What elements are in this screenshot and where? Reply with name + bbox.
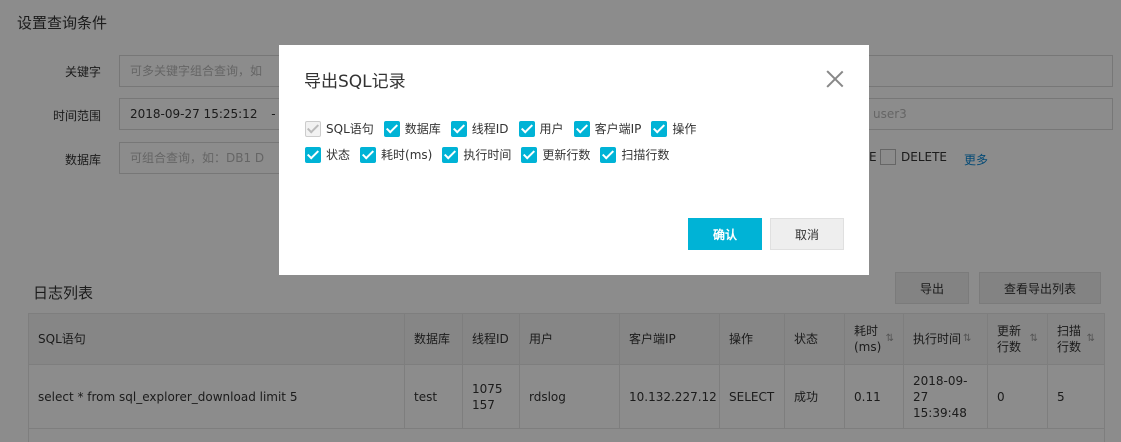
option-updated[interactable]: 更新行数	[521, 146, 590, 163]
checkbox-checked-disabled-icon	[305, 120, 321, 137]
option-label: 耗时(ms)	[381, 148, 433, 162]
option-scanned[interactable]: 扫描行数	[600, 146, 669, 163]
option-time[interactable]: 执行时间	[442, 146, 511, 163]
option-label: 操作	[672, 122, 697, 136]
option-status[interactable]: 状态	[305, 146, 350, 163]
option-op[interactable]: 操作	[651, 120, 696, 137]
option-label: SQL语句	[326, 122, 374, 136]
close-icon[interactable]	[826, 70, 844, 88]
option-cost[interactable]: 耗时(ms)	[360, 146, 432, 163]
checkbox-checked-icon	[450, 120, 467, 137]
option-label: 执行时间	[463, 148, 512, 162]
option-ip[interactable]: 客户端IP	[573, 120, 642, 137]
option-label: 线程ID	[471, 122, 509, 136]
options-row-2: 状态 耗时(ms) 执行时间 更新行数 扫描行数	[305, 146, 679, 163]
option-label: 更新行数	[542, 148, 591, 162]
option-label: 状态	[326, 148, 351, 162]
checkbox-checked-icon	[383, 120, 400, 137]
option-label: 客户端IP	[594, 122, 642, 136]
option-user[interactable]: 用户	[518, 120, 564, 137]
checkbox-checked-icon	[360, 146, 377, 163]
checkbox-checked-icon	[651, 120, 668, 137]
option-label: 扫描行数	[621, 148, 670, 162]
modal-title: 导出SQL记录	[304, 72, 406, 92]
option-sql: SQL语句	[305, 120, 374, 137]
checkbox-checked-icon	[521, 146, 538, 163]
option-db[interactable]: 数据库	[383, 120, 441, 137]
checkbox-checked-icon	[600, 146, 617, 163]
option-label: 数据库	[404, 122, 441, 136]
options-row-1: SQL语句 数据库 线程ID 用户 客户端IP 操作	[305, 120, 706, 137]
export-sql-modal: 导出SQL记录 SQL语句 数据库 线程ID 用户 客户端IP 操作 状态 耗时…	[279, 45, 869, 275]
cancel-button[interactable]: 取消	[770, 218, 844, 250]
checkbox-checked-icon	[573, 120, 590, 137]
checkbox-checked-icon	[305, 146, 321, 163]
option-thread[interactable]: 线程ID	[450, 120, 509, 137]
checkbox-checked-icon	[442, 146, 459, 163]
option-label: 用户	[539, 122, 564, 136]
checkbox-checked-icon	[518, 120, 535, 137]
confirm-button[interactable]: 确认	[688, 218, 762, 250]
